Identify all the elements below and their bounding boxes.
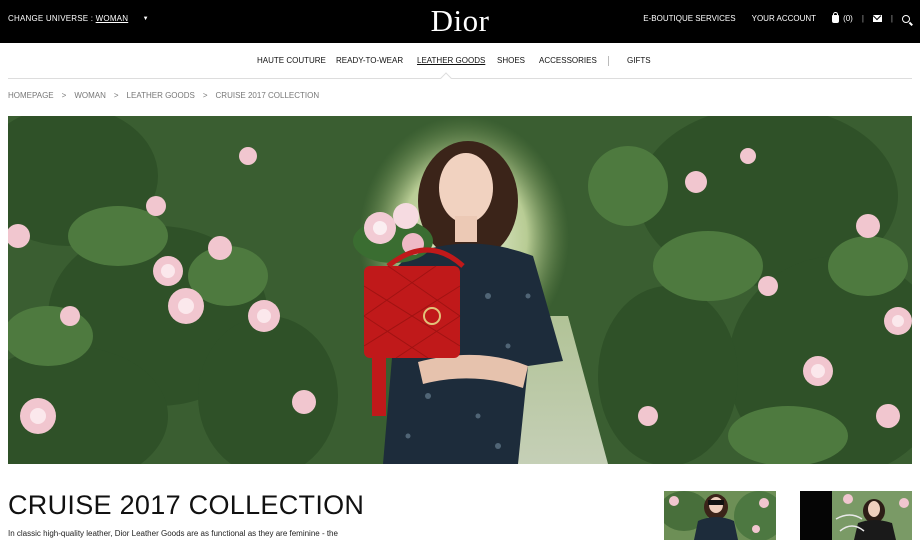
collection-description: In classic high-quality leather, Dior Le… [8, 529, 338, 538]
top-right-links: E-BOUTIQUE SERVICES YOUR ACCOUNT (0) | | [627, 11, 912, 23]
thumbnail-image[interactable] [664, 491, 776, 540]
your-account-link[interactable]: YOUR ACCOUNT [752, 14, 816, 23]
search-icon[interactable] [902, 14, 910, 23]
top-bar: CHANGE UNIVERSE : WOMAN ▼ Dior E-BOUTIQU… [0, 0, 920, 43]
breadcrumb: HOMEPAGE > WOMAN > LEATHER GOODS > CRUISE 2017… [8, 91, 319, 100]
collection-title: CRUISE 2017 COLLECTION [8, 490, 365, 520]
nav-underline [8, 78, 912, 79]
breadcrumb-current: CRUISE 2017 COLLECTION [215, 91, 320, 100]
breadcrumb-separator: > [202, 91, 208, 100]
nav-accessories[interactable]: ACCESSORIES [539, 56, 597, 65]
mail-icon[interactable] [872, 15, 882, 22]
cart-count[interactable]: (0) [843, 14, 853, 23]
active-nav-pointer [440, 72, 452, 84]
breadcrumb-leather-goods[interactable]: LEATHER GOODS [127, 91, 195, 100]
nav-divider [608, 56, 609, 66]
eboutique-services-link[interactable]: E-BOUTIQUE SERVICES [643, 14, 735, 23]
breadcrumb-homepage[interactable]: HOMEPAGE [8, 91, 54, 100]
thumbnail-image[interactable] [800, 491, 912, 540]
breadcrumb-woman[interactable]: WOMAN [74, 91, 106, 100]
nav-ready-to-wear[interactable]: READY-TO-WEAR [336, 56, 403, 65]
category-nav: HAUTE COUTURE READY-TO-WEAR LEATHER GOOD… [0, 56, 920, 68]
bag-icon[interactable] [832, 11, 840, 23]
nav-shoes[interactable]: SHOES [497, 56, 525, 65]
nav-haute-couture[interactable]: HAUTE COUTURE [257, 56, 326, 65]
separator: | [890, 14, 893, 23]
breadcrumb-separator: > [61, 91, 67, 100]
separator: | [861, 14, 864, 23]
nav-leather-goods[interactable]: LEATHER GOODS [417, 56, 485, 65]
nav-gifts[interactable]: GIFTS [627, 56, 651, 65]
hero-image[interactable] [8, 116, 912, 464]
breadcrumb-separator: > [113, 91, 119, 100]
